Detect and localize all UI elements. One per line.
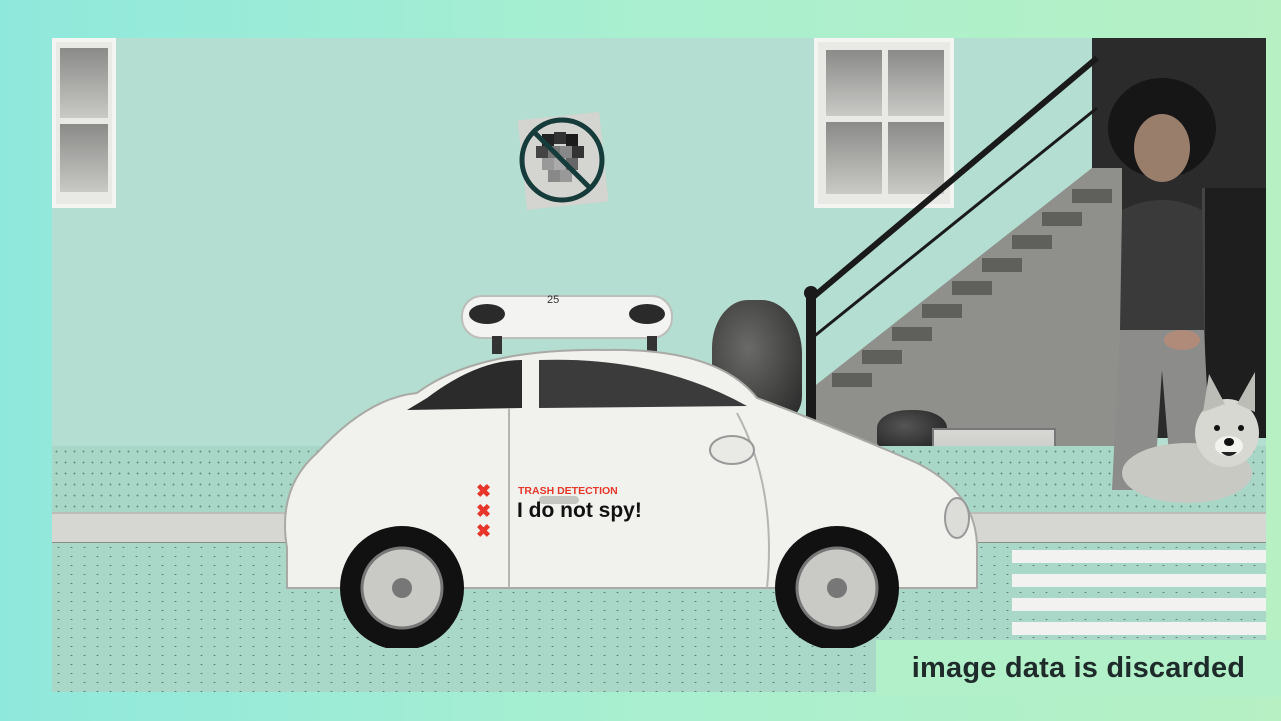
sensor-number: 25 — [547, 294, 560, 306]
corgi-dog — [1122, 372, 1259, 503]
crosswalk-stripe — [1012, 574, 1266, 587]
trash-detection-label: TRASH DETECTION — [518, 485, 618, 497]
car — [284, 295, 978, 648]
red-x-icon: ✖ — [476, 521, 492, 541]
street-scene: 25 ✖ ✖ ✖ TRASH DETECTION I do not spy! — [52, 38, 1266, 692]
red-x-icon: ✖ — [476, 501, 492, 521]
car-slogan: I do not spy! — [517, 499, 642, 522]
crosswalk-stripe — [1012, 598, 1266, 611]
crosswalk-stripe — [1012, 622, 1266, 635]
crosswalk-stripe — [1012, 550, 1266, 563]
red-x-icon: ✖ — [476, 481, 492, 501]
window-left — [52, 38, 116, 208]
caption-banner: image data is discarded — [876, 640, 1281, 697]
prohibited-face-icon — [517, 111, 609, 210]
